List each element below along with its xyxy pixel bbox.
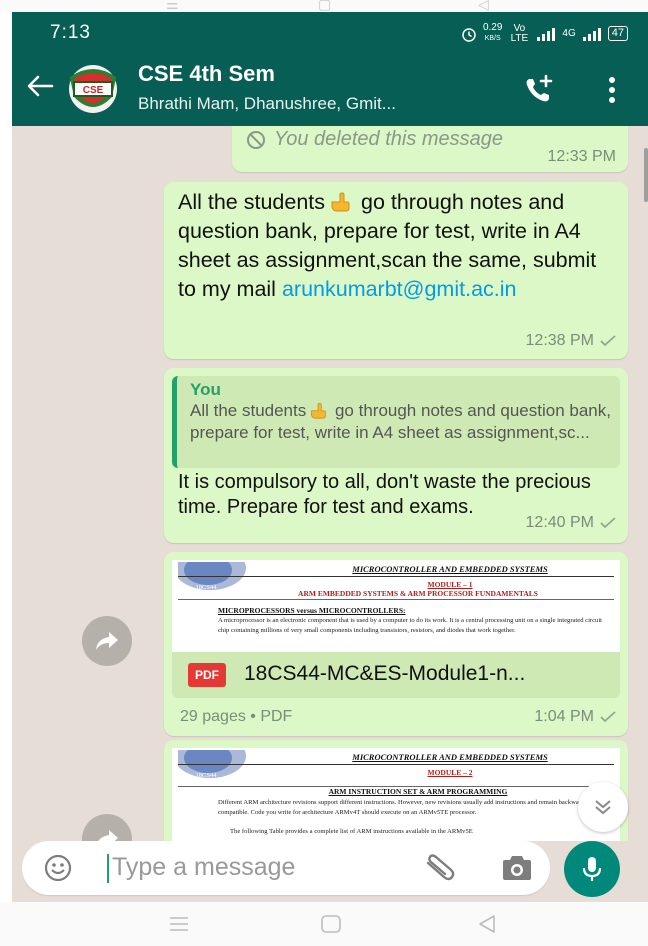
- smiley-icon[interactable]: [44, 854, 72, 882]
- volte-label: Vo LTE: [510, 22, 529, 44]
- status-time: 7:13: [50, 22, 91, 43]
- message-input[interactable]: Type a message: [112, 853, 295, 882]
- double-check-icon: [600, 711, 616, 723]
- recents-nav-icon[interactable]: [168, 914, 190, 934]
- forward-icon: [98, 830, 118, 841]
- system-nav-bar: [0, 902, 648, 946]
- document-body: A microprocessor is an electronic compon…: [218, 617, 602, 634]
- text-cursor: [107, 854, 109, 883]
- chat-title[interactable]: CSE 4th Sem: [138, 61, 275, 87]
- avatar-text: CSE: [83, 85, 104, 96]
- blocked-icon: [247, 130, 265, 149]
- home-nav-icon[interactable]: [320, 914, 342, 934]
- pointing-hand-emoji: [311, 403, 327, 419]
- mic-icon: [582, 857, 602, 881]
- pdf-icon: PDF: [188, 663, 226, 687]
- pointing-hand-emoji: [331, 192, 350, 212]
- message-reply[interactable]: You All the students go through notes an…: [164, 368, 628, 543]
- battery-level: 47: [607, 26, 628, 41]
- message-document[interactable]: 18CS44 MICROCONTROLLER AND EMBEDDED SYST…: [164, 552, 628, 736]
- document-rule: [178, 786, 614, 787]
- document-logo: 18CS44: [178, 750, 246, 779]
- document-module: MODULE – 1: [427, 580, 473, 589]
- chat-scrollbar[interactable]: [644, 148, 648, 202]
- whatsapp-app: 7:13 0.29 KB/S Vo LTE 4G 47 CSE CSE 4th …: [12, 12, 648, 902]
- quoted-message[interactable]: You All the students go through notes an…: [172, 376, 620, 468]
- email-link[interactable]: arunkumarbt@gmit.ac.in: [282, 277, 517, 301]
- document-title: MICROCONTROLLER AND EMBEDDED SYSTEMS: [352, 752, 548, 762]
- file-pages: 29 pages • PDF: [180, 708, 293, 725]
- top-system-strip: ☰ ▢ ◁: [0, 0, 648, 12]
- chat-subtitle[interactable]: Bhrathi Mam, Dhanushree, Gmit...: [138, 94, 396, 114]
- signal-label: 4G: [562, 27, 576, 39]
- message-time: 12:33 PM: [547, 148, 616, 165]
- document-title: MICROCONTROLLER AND EMBEDDED SYSTEMS: [352, 564, 548, 574]
- camera-icon[interactable]: [500, 854, 534, 882]
- chat-area[interactable]: You deleted this message 12:33 PM All th…: [12, 126, 648, 841]
- signal-icon-2: [582, 27, 601, 41]
- alarm-icon: [462, 27, 476, 42]
- document-subtitle: ARM EMBEDDED SYSTEMS & ARM PROCESSOR FUN…: [298, 589, 538, 598]
- document-preview[interactable]: 18CS44 MICROCONTROLLER AND EMBEDDED SYST…: [172, 748, 620, 841]
- document-preview[interactable]: 18CS44 MICROCONTROLLER AND EMBEDDED SYST…: [172, 560, 620, 652]
- document-body-2: The following Table provides a complete …: [230, 828, 473, 835]
- signal-icon: [537, 27, 556, 41]
- document-module: MODULE – 2: [427, 768, 473, 777]
- message-composer[interactable]: Type a message: [22, 841, 550, 895]
- forward-button[interactable]: [82, 616, 132, 666]
- attach-icon[interactable]: [422, 853, 456, 883]
- chevron-down-icon: [595, 800, 611, 815]
- add-call-icon[interactable]: [520, 72, 556, 108]
- message-body: It is compulsory to all, don't waste the…: [178, 471, 591, 518]
- quote-author: You: [190, 380, 221, 399]
- document-body: Different ARM architecture revisions sup…: [218, 799, 590, 816]
- forward-button[interactable]: [82, 814, 132, 841]
- status-icons: 0.29 KB/S Vo LTE 4G 47: [461, 23, 628, 44]
- message-document[interactable]: 18CS44 MICROCONTROLLER AND EMBEDDED SYST…: [164, 740, 628, 841]
- file-info[interactable]: PDF 18CS44-MC&ES-Module1-n...: [172, 652, 620, 698]
- message-body: All the students go through notes and qu…: [178, 190, 597, 301]
- document-subtitle: ARM INSTRUCTION SET & ARM PROGRAMMING: [328, 787, 508, 796]
- double-check-icon: [600, 335, 616, 347]
- chat-header: CSE CSE 4th Sem Bhrathi Mam, Dhanushree,…: [12, 52, 648, 126]
- message-deleted[interactable]: You deleted this message 12:33 PM: [232, 126, 628, 172]
- back-nav-icon[interactable]: [476, 914, 498, 934]
- network-speed: 0.29 KB/S: [482, 22, 503, 43]
- message-time: 12:40 PM: [526, 514, 616, 532]
- document-rule: [178, 764, 614, 765]
- file-name: 18CS44-MC&ES-Module1-n...: [244, 662, 526, 685]
- message-text[interactable]: All the students go through notes and qu…: [164, 182, 628, 359]
- back-arrow-icon[interactable]: [22, 68, 58, 104]
- message-time: 1:04 PM: [534, 708, 616, 726]
- document-section: MICROPROCESSORS versus MICROCONTROLLERS:: [218, 606, 406, 615]
- deleted-text: You deleted this message: [246, 128, 503, 151]
- forward-icon: [96, 632, 118, 650]
- quote-text: All the students go through notes and qu…: [190, 401, 611, 442]
- status-bar: 7:13 0.29 KB/S Vo LTE 4G 47: [12, 12, 648, 52]
- more-options-icon[interactable]: [602, 74, 622, 106]
- message-time: 12:38 PM: [526, 332, 616, 350]
- svg-text:18CS44: 18CS44: [196, 772, 218, 779]
- svg-text:18CS44: 18CS44: [196, 584, 218, 591]
- double-check-icon: [600, 517, 616, 529]
- group-avatar[interactable]: CSE: [64, 64, 122, 114]
- document-rule: [178, 599, 614, 600]
- scroll-to-bottom-button[interactable]: [578, 782, 628, 832]
- document-rule: [178, 576, 614, 577]
- mic-button[interactable]: [564, 841, 620, 897]
